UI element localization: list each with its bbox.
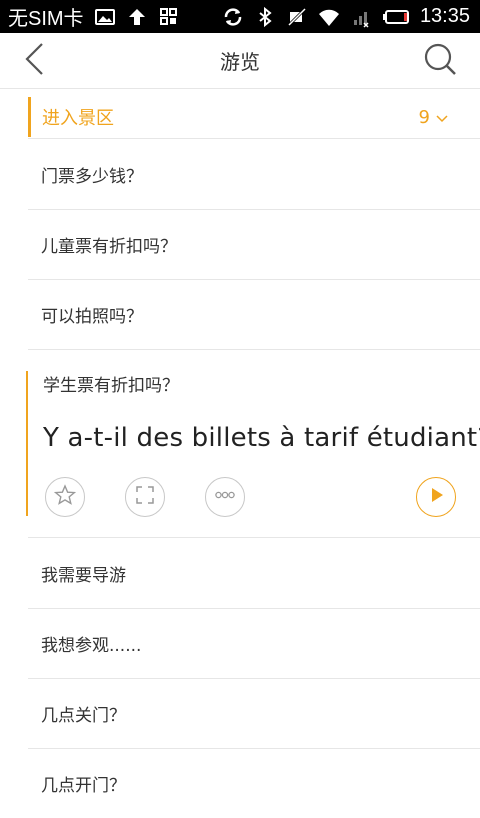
upload-arrow-icon — [126, 6, 148, 28]
phrase-question: 门票多少钱？ — [41, 166, 143, 187]
phrase-question: 儿童票有折扣吗？ — [41, 236, 177, 257]
chevron-left-icon — [22, 42, 46, 80]
search-icon — [423, 42, 457, 80]
phrase-item[interactable]: 几点开门？ — [28, 748, 480, 818]
phrase-question: 学生票有折扣吗？ — [43, 376, 179, 396]
phrase-item[interactable]: 我需要导游 — [28, 538, 480, 608]
section-header[interactable]: 进入景区 9 — [28, 97, 452, 137]
mute-icon — [286, 6, 308, 28]
phrase-question: 我需要导游 — [41, 565, 126, 586]
back-button[interactable] — [14, 41, 54, 81]
phrase-item[interactable]: 门票多少钱？ — [28, 139, 480, 209]
app-bar: 游览 — [0, 33, 480, 89]
phrase-translation: Y a-t-il des billets à tarif étudiant? — [43, 423, 480, 453]
phrase-item[interactable]: 儿童票有折扣吗？ — [28, 209, 480, 279]
section-title: 进入景区 — [42, 108, 114, 129]
more-icon — [214, 484, 236, 510]
signal-icon — [350, 6, 372, 28]
search-button[interactable] — [420, 41, 460, 81]
divider — [28, 349, 480, 350]
phrase-item[interactable]: 几点关门？ — [28, 678, 480, 748]
sync-icon — [222, 6, 244, 28]
grid-icon — [158, 6, 180, 28]
phrase-item[interactable]: 我想参观...... — [28, 608, 480, 678]
play-audio-button[interactable] — [416, 477, 456, 517]
more-button[interactable] — [205, 477, 245, 517]
star-icon — [53, 484, 77, 510]
carrier-label: 无SIM卡 — [8, 8, 84, 30]
phrase-question: 几点关门？ — [41, 705, 126, 726]
image-icon — [94, 6, 116, 28]
section-count-value: 9 — [418, 106, 430, 128]
play-icon — [425, 484, 447, 510]
wifi-icon — [318, 6, 340, 28]
clock: 13:35 — [419, 5, 470, 27]
phrase-question: 我想参观...... — [41, 635, 142, 656]
favorite-button[interactable] — [45, 477, 85, 517]
expand-icon — [134, 484, 156, 510]
phrase-question: 几点开门？ — [41, 775, 126, 796]
battery-icon — [382, 6, 410, 28]
status-bar: 无SIM卡 13:35 — [0, 0, 480, 33]
fullscreen-button[interactable] — [125, 477, 165, 517]
chevron-down-icon — [436, 107, 448, 128]
page-title: 游览 — [220, 50, 260, 74]
section-count: 9 — [419, 107, 452, 128]
expanded-phrase[interactable]: 学生票有折扣吗？ Y a-t-il des billets à tarif ét… — [26, 371, 480, 517]
bluetooth-icon — [254, 6, 276, 28]
phrase-question: 可以拍照吗？ — [41, 306, 143, 327]
phrase-item[interactable]: 可以拍照吗？ — [28, 279, 480, 349]
